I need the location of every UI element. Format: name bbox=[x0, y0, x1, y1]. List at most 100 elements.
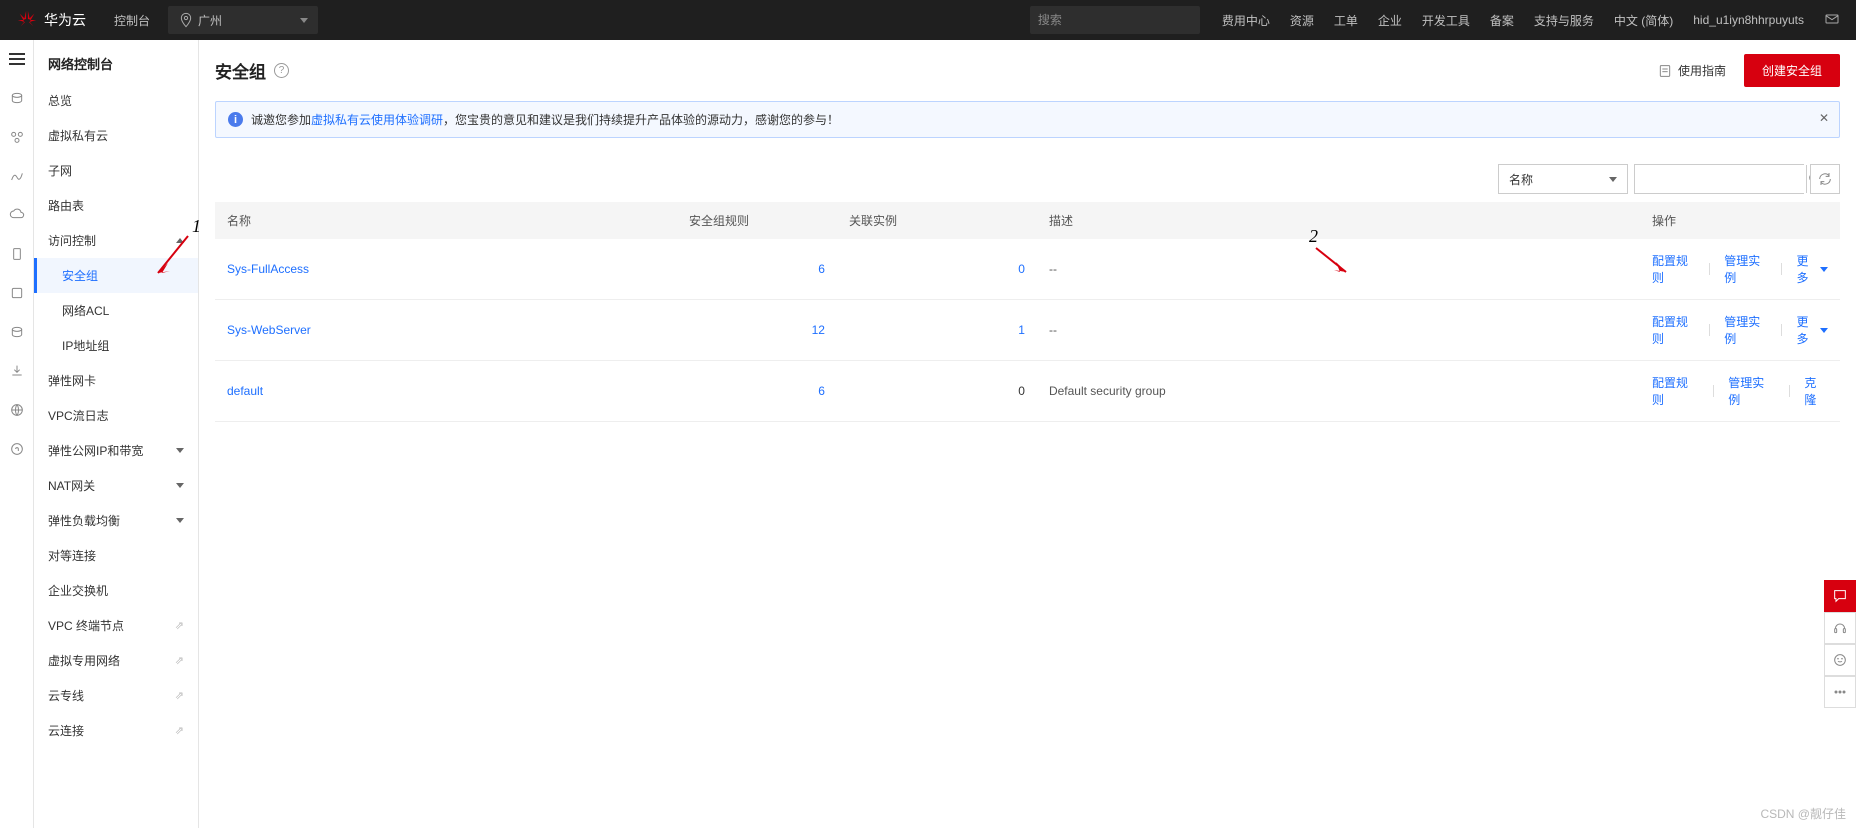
sidebar-item-subnet[interactable]: 子网 bbox=[34, 153, 198, 188]
help-button[interactable] bbox=[1824, 612, 1856, 644]
brand-name: 华为云 bbox=[44, 10, 86, 30]
op-more[interactable]: 更多 bbox=[1796, 313, 1828, 347]
rail-icon-1[interactable] bbox=[8, 89, 26, 107]
sidebar-item-label: 路由表 bbox=[48, 197, 84, 214]
feedback-button[interactable] bbox=[1824, 580, 1856, 612]
sg-name-link[interactable]: default bbox=[227, 384, 263, 398]
rail-icon-2[interactable] bbox=[8, 128, 26, 146]
op-config[interactable]: 配置规则 bbox=[1652, 252, 1695, 286]
nav-support[interactable]: 支持与服务 bbox=[1534, 12, 1594, 29]
filter-by-dropdown[interactable]: 名称 bbox=[1498, 164, 1628, 194]
sidebar-item-enterprise-switch[interactable]: 企业交换机 bbox=[34, 573, 198, 608]
chevron-down-icon bbox=[176, 448, 184, 453]
rail-icon-7[interactable] bbox=[8, 323, 26, 341]
sidebar-item-label: IP地址组 bbox=[62, 337, 109, 354]
op-config[interactable]: 配置规则 bbox=[1652, 313, 1695, 347]
rail-icon-4[interactable] bbox=[8, 206, 26, 224]
nav-enterprise[interactable]: 企业 bbox=[1378, 12, 1402, 29]
op-manage[interactable]: 管理实例 bbox=[1724, 252, 1767, 286]
chevron-up-icon bbox=[176, 238, 184, 243]
op-manage[interactable]: 管理实例 bbox=[1728, 374, 1775, 408]
sidebar-item-vpcep[interactable]: VPC 终端节点⇗ bbox=[34, 608, 198, 643]
nav-icp[interactable]: 备案 bbox=[1490, 12, 1514, 29]
info-icon: i bbox=[228, 112, 243, 127]
filter-input[interactable] bbox=[1635, 165, 1806, 193]
sidebar-item-label: VPC 终端节点 bbox=[48, 617, 124, 634]
notice-text: 诚邀您参加虚拟私有云使用体验调研，您宝贵的意见和建议是我们持续提升产品体验的源动… bbox=[251, 111, 839, 128]
caret-down-icon bbox=[1609, 177, 1617, 182]
nav-billing[interactable]: 费用中心 bbox=[1222, 12, 1270, 29]
nav-resources[interactable]: 资源 bbox=[1290, 12, 1314, 29]
float-bar bbox=[1824, 580, 1856, 708]
rail-icon-8[interactable] bbox=[8, 362, 26, 380]
rail-icon-3[interactable] bbox=[8, 167, 26, 185]
survey-button[interactable] bbox=[1824, 644, 1856, 676]
rail-icon-6[interactable] bbox=[8, 284, 26, 302]
th-desc: 描述 bbox=[1037, 202, 1640, 239]
topbar: 华为云 控制台 广州 费用中心 资源 工单 企业 开发工具 备案 支持与服务 中… bbox=[0, 0, 1856, 40]
op-clone[interactable]: 克隆 bbox=[1804, 374, 1828, 408]
op-config[interactable]: 配置规则 bbox=[1652, 374, 1699, 408]
sidebar-item-ipgroup[interactable]: IP地址组 bbox=[34, 328, 198, 363]
nav-devtools[interactable]: 开发工具 bbox=[1422, 12, 1470, 29]
external-link-icon: ⇗ bbox=[175, 654, 184, 667]
sidebar-item-routetable[interactable]: 路由表 bbox=[34, 188, 198, 223]
op-more-label: 更多 bbox=[1796, 313, 1817, 347]
smile-icon bbox=[1832, 652, 1848, 668]
nav-ticket[interactable]: 工单 bbox=[1334, 12, 1358, 29]
close-icon[interactable]: ✕ bbox=[1819, 111, 1829, 125]
instances-count[interactable]: 0 bbox=[849, 262, 1025, 276]
global-search[interactable] bbox=[1030, 6, 1200, 34]
refresh-button[interactable] bbox=[1810, 164, 1840, 194]
sidebar-item-eip[interactable]: 弹性公网IP和带宽 bbox=[34, 433, 198, 468]
sidebar-item-label: NAT网关 bbox=[48, 477, 95, 494]
sidebar-item-nat[interactable]: NAT网关 bbox=[34, 468, 198, 503]
create-security-group-button[interactable]: 创建安全组 bbox=[1744, 54, 1840, 87]
rail-icon-10[interactable] bbox=[8, 440, 26, 458]
sidebar-item-label: 子网 bbox=[48, 162, 72, 179]
watermark: CSDN @靓仔佳 bbox=[1760, 805, 1846, 822]
instances-count[interactable]: 1 bbox=[849, 323, 1025, 337]
logo[interactable]: 华为云 bbox=[16, 9, 86, 31]
sidebar-item-overview[interactable]: 总览 bbox=[34, 83, 198, 118]
page-title: 安全组 bbox=[215, 58, 266, 83]
nav-lang[interactable]: 中文 (简体) bbox=[1614, 12, 1673, 29]
sg-name-link[interactable]: Sys-FullAccess bbox=[227, 262, 309, 276]
sidebar-item-access-control[interactable]: 访问控制 bbox=[34, 223, 198, 258]
op-more[interactable]: 更多 bbox=[1796, 252, 1828, 286]
top-nav: 费用中心 资源 工单 企业 开发工具 备案 支持与服务 中文 (简体) hid_… bbox=[1222, 12, 1804, 29]
sidebar-item-security-group[interactable]: 安全组 bbox=[34, 258, 198, 293]
sidebar-item-label: 虚拟专用网络 bbox=[48, 652, 120, 669]
rules-count[interactable]: 6 bbox=[689, 262, 825, 276]
more-button[interactable] bbox=[1824, 676, 1856, 708]
rules-count[interactable]: 12 bbox=[689, 323, 825, 337]
menu-toggle[interactable] bbox=[8, 50, 26, 68]
region-picker[interactable]: 广州 bbox=[168, 6, 318, 34]
op-manage[interactable]: 管理实例 bbox=[1724, 313, 1767, 347]
nav-user[interactable]: hid_u1iyn8hhrpuyuts bbox=[1693, 13, 1804, 27]
sidebar-item-flowlog[interactable]: VPC流日志 bbox=[34, 398, 198, 433]
sg-desc: -- bbox=[1037, 300, 1640, 361]
guide-link[interactable]: 使用指南 bbox=[1657, 62, 1726, 79]
sidebar-item-elb[interactable]: 弹性负载均衡 bbox=[34, 503, 198, 538]
notice-link[interactable]: 虚拟私有云使用体验调研 bbox=[311, 113, 443, 127]
help-icon[interactable]: ? bbox=[274, 63, 289, 78]
table-row: Sys-FullAccess 6 0 -- 配置规则 管理实例 更多 bbox=[215, 239, 1840, 300]
sidebar-item-vpc[interactable]: 虚拟私有云 bbox=[34, 118, 198, 153]
sidebar: 网络控制台 总览 虚拟私有云 子网 路由表 访问控制 安全组 网络ACL IP地… bbox=[34, 40, 199, 828]
sidebar-item-label: 安全组 bbox=[62, 267, 98, 284]
sidebar-item-cloudconnect[interactable]: 云连接⇗ bbox=[34, 713, 198, 748]
sidebar-item-peering[interactable]: 对等连接 bbox=[34, 538, 198, 573]
sidebar-item-directconnect[interactable]: 云专线⇗ bbox=[34, 678, 198, 713]
console-link[interactable]: 控制台 bbox=[100, 12, 164, 29]
rail-icon-5[interactable] bbox=[8, 245, 26, 263]
search-input[interactable] bbox=[1038, 13, 1193, 27]
sidebar-item-vpn[interactable]: 虚拟专用网络 ⇗ bbox=[34, 643, 198, 678]
rail-icon-9[interactable] bbox=[8, 401, 26, 419]
dots-icon bbox=[1832, 684, 1848, 700]
sidebar-item-acl[interactable]: 网络ACL bbox=[34, 293, 198, 328]
sg-name-link[interactable]: Sys-WebServer bbox=[227, 323, 311, 337]
sidebar-item-eni[interactable]: 弹性网卡 bbox=[34, 363, 198, 398]
rules-count[interactable]: 6 bbox=[689, 384, 825, 398]
mail-icon[interactable] bbox=[1824, 11, 1840, 30]
